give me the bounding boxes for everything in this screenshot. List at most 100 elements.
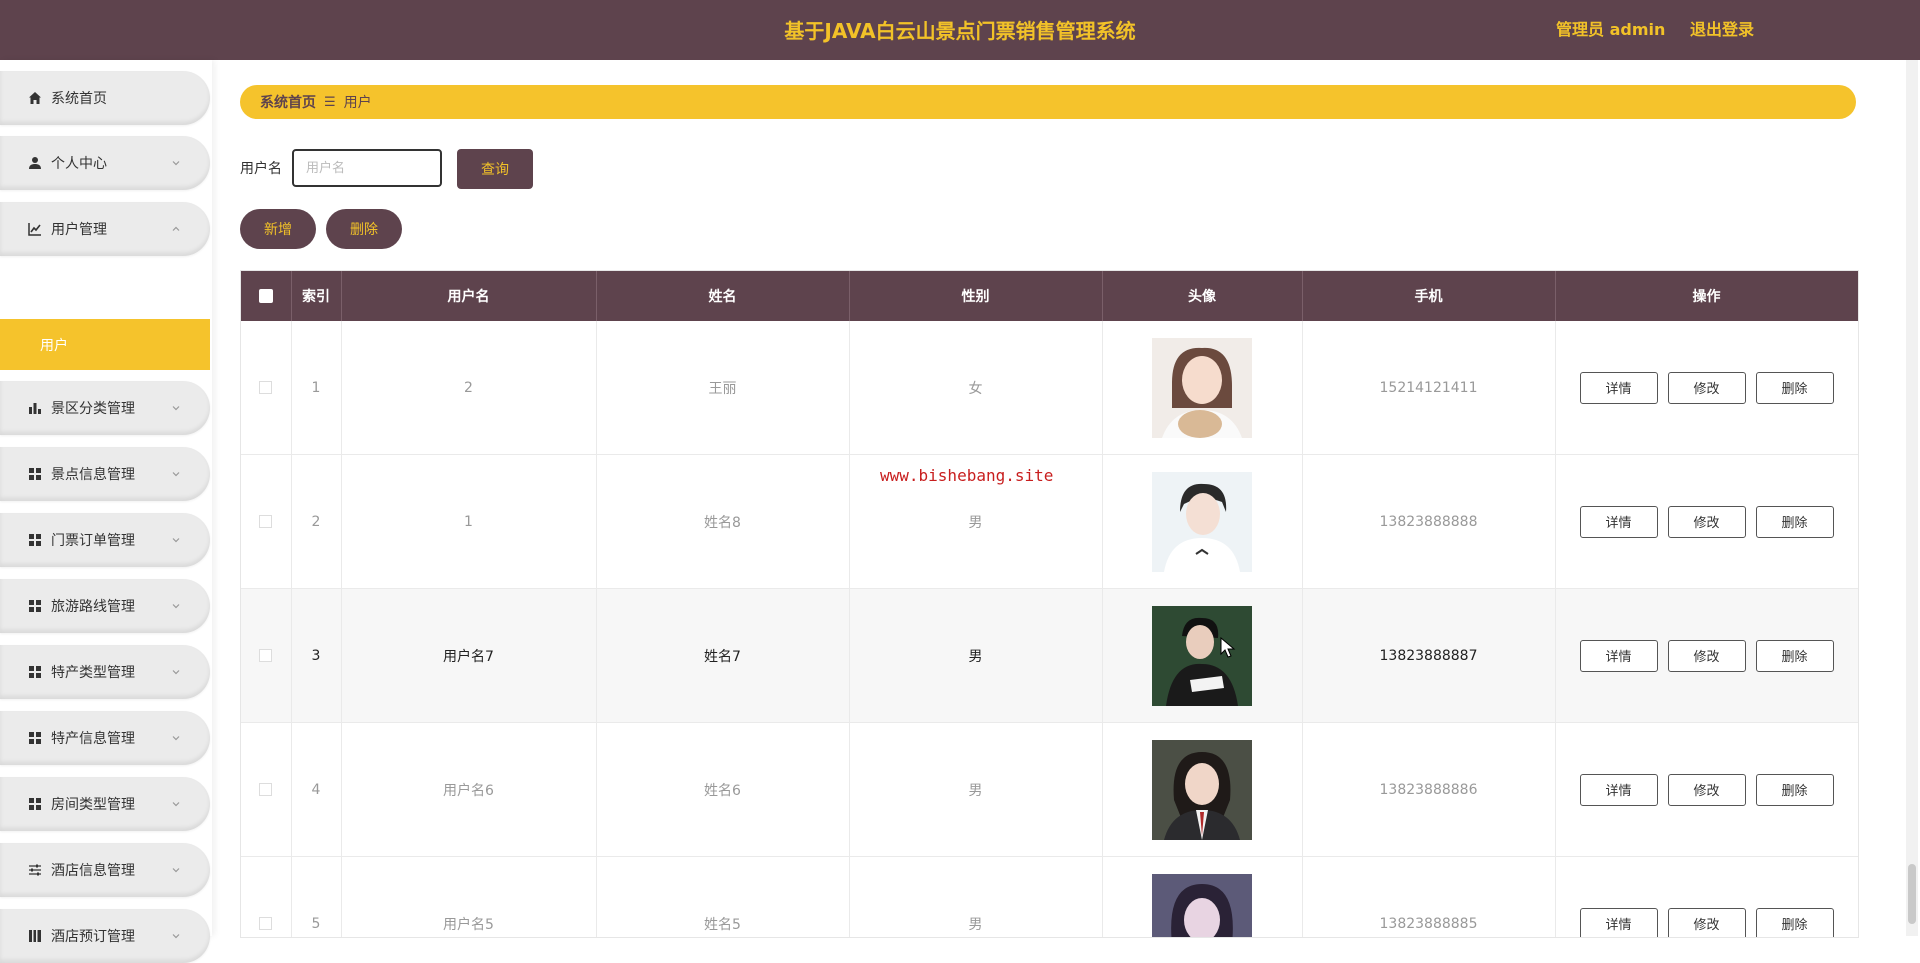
chevron-down-icon	[170, 732, 182, 744]
cell-gender: 女	[849, 321, 1103, 455]
sidebar-item-hotel-info[interactable]: 酒店信息管理	[0, 843, 210, 897]
cell-index: 4	[291, 722, 342, 857]
delete-button[interactable]: 删除	[1755, 907, 1834, 937]
select-all-header	[241, 271, 292, 321]
sidebar-item-profile[interactable]: 个人中心	[0, 136, 210, 190]
delete-button[interactable]: 删除	[1755, 773, 1834, 806]
sidebar-item-scenic-info[interactable]: 景点信息管理	[0, 447, 210, 501]
table-row: 1 2 王丽 女 15214121411 详情 修改 删除	[241, 321, 1858, 455]
table-row: 5 用户名5 姓名5 男 13823888885 详情 修改 删除	[241, 856, 1858, 937]
sidebar-subitem-label: 用户	[40, 337, 68, 354]
chevron-down-icon	[170, 534, 182, 546]
bar-chart-icon	[27, 400, 43, 416]
grid-icon	[27, 730, 43, 746]
avatar	[1152, 873, 1252, 937]
admin-label: 管理员 admin	[1556, 20, 1666, 39]
edit-button[interactable]: 修改	[1667, 639, 1746, 672]
cell-username: 1	[341, 454, 597, 589]
grid-icon	[27, 796, 43, 812]
table-row: 3 用户名7 姓名7 男 13823888887 详情 修改 删除	[241, 588, 1858, 723]
cell-username: 用户名7	[341, 588, 597, 723]
delete-button[interactable]: 删除	[1755, 505, 1834, 538]
row-checkbox[interactable]	[259, 381, 273, 394]
detail-button[interactable]: 详情	[1579, 907, 1658, 937]
cell-phone: 13823888887	[1302, 588, 1556, 723]
chart-line-icon	[27, 221, 43, 237]
cell-name: 姓名8	[596, 454, 850, 589]
row-checkbox[interactable]	[259, 515, 273, 528]
select-all-checkbox[interactable]	[258, 289, 273, 303]
sidebar-item-label: 景点信息管理	[51, 467, 135, 483]
grid-icon	[27, 664, 43, 680]
breadcrumb-home-link[interactable]: 系统首页	[260, 92, 316, 112]
avatar	[1152, 337, 1252, 438]
sidebar: 系统首页 个人中心 用户管理 用户 景区分类管理 景点信息管理 门票订单管理 旅…	[0, 60, 212, 963]
avatar	[1152, 471, 1252, 572]
search-label: 用户名	[240, 161, 282, 177]
edit-button[interactable]: 修改	[1667, 907, 1746, 937]
delete-button[interactable]: 删除	[1755, 639, 1834, 672]
delete-button[interactable]: 删除	[1755, 371, 1834, 404]
row-checkbox[interactable]	[259, 783, 273, 796]
logout-link[interactable]: 退出登录	[1690, 0, 1754, 60]
detail-button[interactable]: 详情	[1579, 505, 1658, 538]
cell-username: 2	[341, 321, 597, 455]
cell-username: 用户名5	[341, 856, 597, 937]
batch-delete-button[interactable]: 删除	[326, 209, 402, 249]
sidebar-item-home[interactable]: 系统首页	[0, 71, 210, 125]
cell-index: 3	[291, 588, 342, 723]
sidebar-item-scenic-category[interactable]: 景区分类管理	[0, 381, 210, 435]
table-header-row: 索引 用户名 姓名 性别 头像 手机 操作	[241, 271, 1858, 321]
edit-button[interactable]: 修改	[1667, 773, 1746, 806]
sidebar-item-hotel-booking[interactable]: 酒店预订管理	[0, 909, 210, 963]
page-scrollbar-thumb[interactable]	[1908, 864, 1916, 924]
grid-icon	[27, 466, 43, 482]
chevron-down-icon	[170, 468, 182, 480]
page-scrollbar[interactable]	[1906, 60, 1918, 936]
column-header: 姓名	[596, 271, 850, 321]
cell-phone: 13823888885	[1302, 856, 1556, 937]
chevron-down-icon	[170, 864, 182, 876]
row-checkbox[interactable]	[259, 649, 273, 662]
cell-name: 姓名7	[596, 588, 850, 723]
cell-phone: 13823888888	[1302, 454, 1556, 589]
chevron-down-icon	[170, 798, 182, 810]
chevron-down-icon	[170, 666, 182, 678]
edit-button[interactable]: 修改	[1667, 505, 1746, 538]
cell-gender: 男	[849, 588, 1103, 723]
sidebar-subitem-user[interactable]: 用户	[0, 319, 210, 370]
sidebar-item-label: 房间类型管理	[51, 797, 135, 813]
sidebar-item-ticket-orders[interactable]: 门票订单管理	[0, 513, 210, 567]
sidebar-item-specialty-types[interactable]: 特产类型管理	[0, 645, 210, 699]
sidebar-item-user-management[interactable]: 用户管理	[0, 202, 210, 256]
cell-index: 5	[291, 856, 342, 937]
sidebar-item-label: 系统首页	[51, 91, 107, 107]
sidebar-item-room-types[interactable]: 房间类型管理	[0, 777, 210, 831]
username-search-input[interactable]	[292, 149, 442, 187]
detail-button[interactable]: 详情	[1579, 371, 1658, 404]
home-icon	[27, 90, 43, 106]
breadcrumb-separator: ☰	[324, 94, 336, 110]
breadcrumb-current: 用户	[343, 95, 372, 111]
query-button[interactable]: 查询	[457, 149, 533, 189]
chevron-down-icon	[170, 600, 182, 612]
book-icon	[27, 928, 43, 944]
column-header: 手机	[1302, 271, 1556, 321]
detail-button[interactable]: 详情	[1579, 639, 1658, 672]
sidebar-item-label: 酒店预订管理	[51, 929, 135, 945]
add-button[interactable]: 新增	[240, 209, 316, 249]
sidebar-item-tour-routes[interactable]: 旅游路线管理	[0, 579, 210, 633]
sidebar-item-label: 景区分类管理	[51, 401, 135, 417]
edit-button[interactable]: 修改	[1667, 371, 1746, 404]
detail-button[interactable]: 详情	[1579, 773, 1658, 806]
sidebar-item-label: 酒店信息管理	[51, 863, 135, 879]
cell-username: 用户名6	[341, 722, 597, 857]
breadcrumb: 系统首页 ☰ 用户	[240, 85, 1856, 119]
row-checkbox[interactable]	[259, 917, 273, 930]
column-header: 索引	[291, 271, 342, 321]
avatar	[1152, 605, 1252, 706]
sidebar-item-specialty-info[interactable]: 特产信息管理	[0, 711, 210, 765]
grid-icon	[27, 598, 43, 614]
user-table: 索引 用户名 姓名 性别 头像 手机 操作 1 2 王丽 女 152141214…	[240, 270, 1859, 938]
cell-phone: 15214121411	[1302, 321, 1556, 455]
